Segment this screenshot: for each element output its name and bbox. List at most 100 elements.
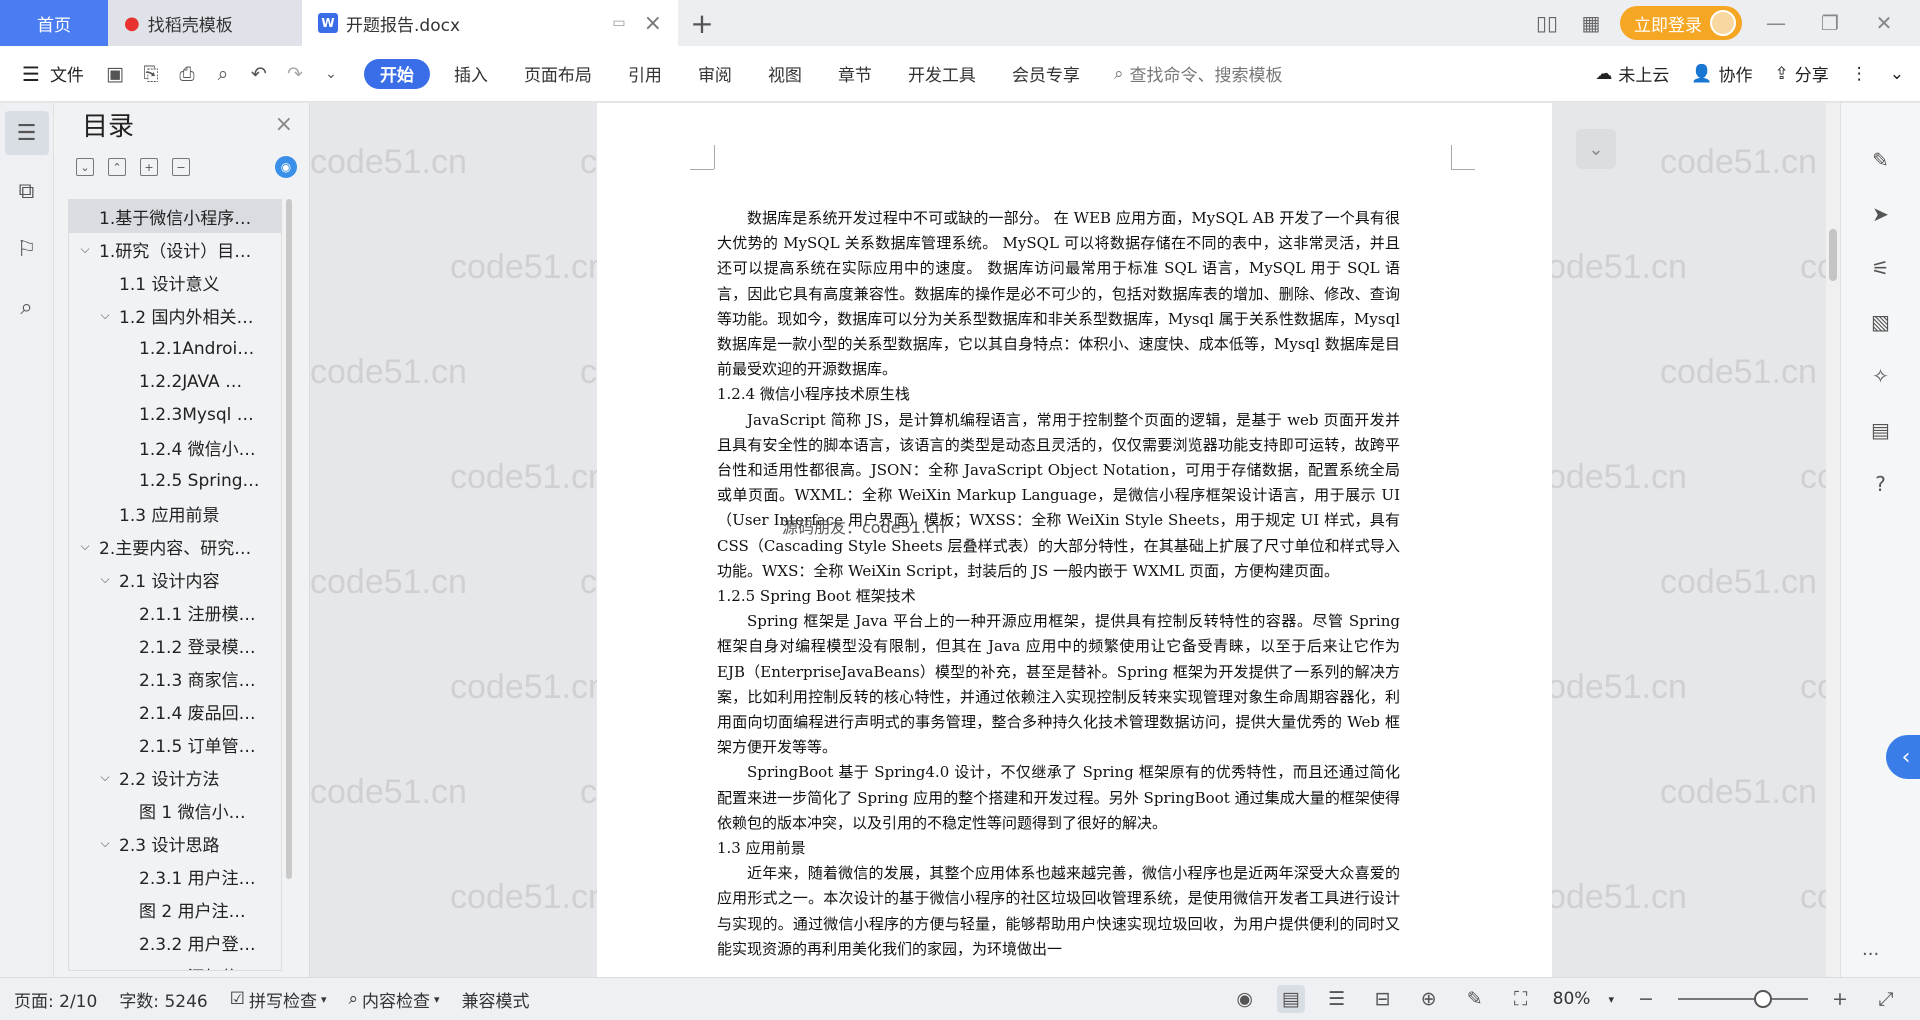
collaborate-button[interactable]: 👤 协作	[1691, 61, 1752, 87]
ai-assistant-icon[interactable]: ✧	[1866, 361, 1896, 391]
minimize-icon[interactable]: —	[1756, 11, 1796, 35]
toc-item[interactable]: 2.1.3 商家信…	[69, 662, 281, 695]
spell-check-button[interactable]: ☑ 拼写检查 ▾	[230, 987, 327, 1012]
write-mode-icon[interactable]: ✎	[1461, 985, 1489, 1013]
document-scrollbar[interactable]	[1826, 103, 1840, 977]
pen-icon[interactable]: ✎	[1866, 145, 1896, 175]
ribbon-tab[interactable]: 章节	[820, 59, 890, 89]
toc-item[interactable]: 2.3.1 用户注…	[69, 860, 281, 893]
zoom-slider-knob[interactable]	[1754, 990, 1772, 1008]
close-toc-icon[interactable]: ×	[275, 112, 293, 137]
reading-mode-icon[interactable]: ▯▯	[1532, 8, 1562, 38]
chevron-down-icon[interactable]: ⌵	[77, 242, 93, 257]
toc-item[interactable]: 2.3.2 用户登…	[69, 926, 281, 959]
toc-item[interactable]: 2.1.5 订单管…	[69, 728, 281, 761]
add-heading-icon[interactable]: +	[140, 158, 158, 176]
find-icon[interactable]: ⌕	[5, 285, 49, 329]
document-page[interactable]: 数据库是系统开发过程中不可或缺的一部分。 在 WEB 应用方面，MySQL AB…	[597, 103, 1552, 977]
smart-toc-icon[interactable]: ◉	[275, 156, 297, 178]
toc-item[interactable]: 1.2.5 Spring…	[69, 464, 281, 497]
undo-icon[interactable]: ↶	[246, 61, 272, 87]
toc-item[interactable]: 2.1.1 注册模…	[69, 596, 281, 629]
ribbon-tab[interactable]: 页面布局	[506, 59, 610, 89]
zoom-in-icon[interactable]: +	[1826, 985, 1854, 1013]
tab-template[interactable]: ● 找稻壳模板	[108, 0, 302, 46]
chapter-nav-icon[interactable]: ⧉	[5, 169, 49, 213]
new-tab-button[interactable]: +	[678, 0, 726, 46]
toc-item[interactable]: ⌵ 2.主要内容、研究…	[69, 530, 281, 563]
toc-item[interactable]: ⌵ 1.2 国内外相关…	[69, 299, 281, 332]
toc-item[interactable]: ⌵ 2.1 设计内容	[69, 563, 281, 596]
toc-item[interactable]: 1.3 应用前景	[69, 497, 281, 530]
zoom-menu-chevron-icon[interactable]: ▾	[1608, 993, 1614, 1006]
word-count[interactable]: 字数: 5246	[119, 987, 207, 1012]
reading-view-icon[interactable]: ⊟	[1369, 985, 1397, 1013]
help-icon[interactable]: ?	[1866, 469, 1896, 499]
toc-item[interactable]: 1.2.4 微信小…	[69, 431, 281, 464]
customize-toolbar-chevron-icon[interactable]: ⌄	[318, 61, 344, 87]
document-scroll-thumb[interactable]	[1829, 229, 1837, 281]
toc-item[interactable]: ⌵ 2.3 设计思路	[69, 827, 281, 860]
eye-protection-icon[interactable]: ◉	[1231, 985, 1259, 1013]
close-tab-icon[interactable]: ×	[644, 11, 662, 36]
toc-item[interactable]: ⌵ 2.2 设计方法	[69, 761, 281, 794]
file-menu[interactable]: ☰ 文件	[0, 61, 102, 87]
share-button[interactable]: ⇪ 分享	[1775, 61, 1829, 87]
zoom-level[interactable]: 80%	[1553, 989, 1591, 1009]
toc-item[interactable]: 1.基于微信小程序…	[69, 200, 281, 233]
toc-item[interactable]: 1.1 设计意义	[69, 266, 281, 299]
chevron-down-icon[interactable]: ⌵	[77, 539, 93, 554]
ribbon-tab[interactable]: 开发工具	[890, 59, 994, 89]
page-indicator[interactable]: 页面: 2/10	[14, 987, 97, 1012]
toc-item[interactable]: 2.1.4 废品回…	[69, 695, 281, 728]
more-options-icon[interactable]: ···	[1862, 944, 1879, 965]
tab-home[interactable]: 首页	[0, 0, 108, 46]
outline-view-icon[interactable]: ☰	[1323, 985, 1351, 1013]
print-preview-icon[interactable]: ⌕	[210, 61, 236, 87]
toc-item[interactable]: 2.1.2 登录模…	[69, 629, 281, 662]
remove-heading-icon[interactable]: −	[172, 158, 190, 176]
fullscreen-icon[interactable]: ⤢	[1872, 985, 1900, 1013]
command-search[interactable]: ⌕ 查找命令、搜索模板	[1098, 61, 1283, 87]
toc-scrollbar[interactable]	[286, 199, 292, 879]
ribbon-tab[interactable]: 插入	[436, 59, 506, 89]
collapse-ribbon-icon[interactable]: ⌄	[1890, 64, 1904, 84]
document-body[interactable]: 数据库是系统开发过程中不可或缺的一部分。 在 WEB 应用方面，MySQL AB…	[717, 206, 1400, 962]
chevron-down-icon[interactable]: ⌵	[97, 836, 113, 851]
content-check-button[interactable]: ⌕ 内容检查 ▾	[349, 987, 440, 1012]
toc-item[interactable]: 2.3.3 添加信…	[69, 959, 281, 970]
toc-item[interactable]: ⌵ 1.研究（设计）目…	[69, 233, 281, 266]
toc-item[interactable]: 图 1 微信小…	[69, 794, 281, 827]
zoom-out-icon[interactable]: −	[1632, 985, 1660, 1013]
print-icon[interactable]: ⎙	[174, 61, 200, 87]
close-window-icon[interactable]: ✕	[1864, 11, 1904, 35]
ribbon-tab[interactable]: 引用	[610, 59, 680, 89]
apps-grid-icon[interactable]: ▦	[1576, 8, 1606, 38]
toc-panel-icon[interactable]: ☰	[4, 111, 49, 155]
document-review-icon[interactable]: ▤	[1866, 415, 1896, 445]
zoom-slider[interactable]	[1678, 990, 1808, 1008]
toc-item[interactable]: 1.2.1Androi…	[69, 332, 281, 365]
toc-item[interactable]: 图 2 用户注…	[69, 893, 281, 926]
more-menu-icon[interactable]: ⋮	[1851, 64, 1868, 84]
image-tools-icon[interactable]: ▧	[1866, 307, 1896, 337]
ribbon-tab[interactable]: 会员专享	[994, 59, 1098, 89]
cloud-status-button[interactable]: ☁ 未上云	[1595, 61, 1669, 87]
ribbon-tab[interactable]: 视图	[750, 59, 820, 89]
toc-item[interactable]: 1.2.2JAVA …	[69, 365, 281, 398]
floating-toolbar-button[interactable]: ⌄	[1576, 129, 1616, 169]
chevron-down-icon[interactable]: ⌵	[97, 308, 113, 323]
export-pdf-icon[interactable]: ⎘	[138, 61, 164, 87]
adjust-sliders-icon[interactable]: ⚟	[1866, 253, 1896, 283]
redo-icon[interactable]: ↷	[282, 61, 308, 87]
toc-item[interactable]: 1.2.3Mysql …	[69, 398, 281, 431]
ribbon-tab[interactable]: 审阅	[680, 59, 750, 89]
login-button[interactable]: 立即登录	[1620, 6, 1742, 40]
bookmark-icon[interactable]: ⚐	[5, 227, 49, 271]
expand-level-icon[interactable]: ⌃	[108, 158, 126, 176]
save-icon[interactable]: ▣	[102, 61, 128, 87]
ribbon-tab[interactable]: 开始	[363, 58, 430, 89]
page-view-icon[interactable]: ▤	[1276, 985, 1305, 1013]
chevron-down-icon[interactable]: ⌵	[97, 770, 113, 785]
tab-document[interactable]: W 开题报告.docx ▭ ×	[302, 0, 678, 46]
